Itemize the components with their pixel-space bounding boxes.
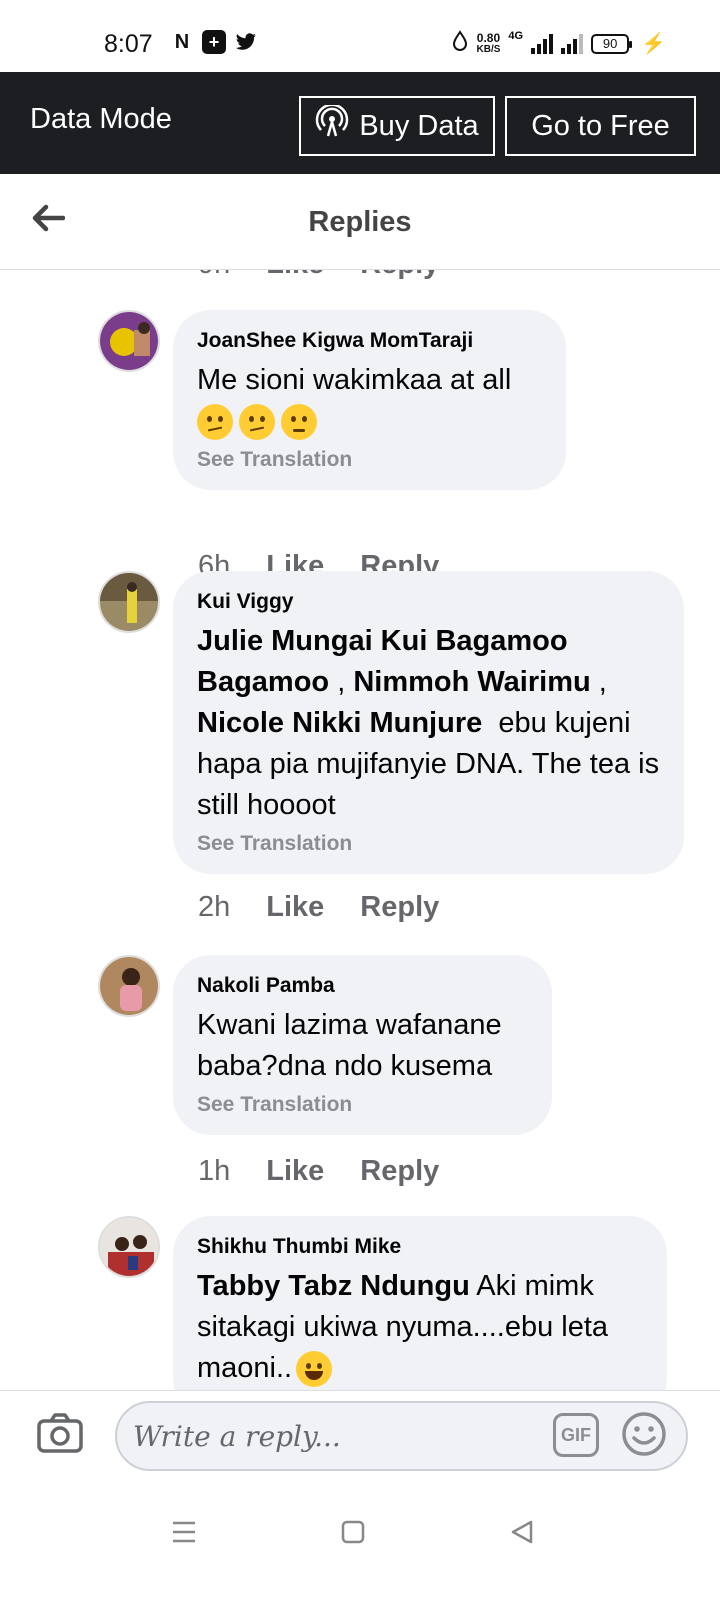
signal-strength-2-icon — [561, 33, 584, 54]
mention-link[interactable]: Tabby Tabz Ndungu — [197, 1270, 470, 1302]
comment-time: 1h — [198, 1155, 231, 1187]
notification-n-icon: N — [174, 30, 190, 53]
status-bar: 8:07 N + 0.80 KB/S 4G 90 ⚡ — [0, 0, 720, 72]
status-time: 8:07 — [104, 30, 153, 58]
like-button[interactable]: Like — [266, 891, 324, 924]
reply-button[interactable]: Reply — [360, 1155, 439, 1188]
camera-icon[interactable] — [36, 1411, 84, 1455]
comment-text-content: Me sioni wakimkaa at all — [197, 364, 512, 396]
notification-plus-icon: + — [202, 30, 226, 54]
comment-time: 9h — [198, 270, 230, 281]
mention-link[interactable]: Nicole Nikki Munjure — [197, 707, 482, 739]
broadcast-icon — [315, 103, 349, 147]
emoji-smile-icon[interactable] — [621, 1411, 667, 1457]
avatar[interactable] — [98, 1216, 160, 1278]
comment-text: Kwani lazima wafanane baba?dna ndo kusem… — [197, 1009, 502, 1082]
menu-nav-icon[interactable] — [164, 1512, 204, 1552]
buy-data-button[interactable]: Buy Data — [299, 96, 495, 156]
tears-of-joy-face-icon — [296, 1351, 333, 1388]
pensive-face-icon — [281, 404, 317, 441]
avatar[interactable] — [98, 571, 160, 633]
avatar[interactable] — [98, 310, 160, 372]
system-nav-bar — [0, 1490, 720, 1600]
confused-face-icon — [239, 404, 275, 441]
comment-bubble: JoanShee Kigwa MomTaraji Me sioni wakimk… — [173, 310, 566, 490]
see-translation-link[interactable]: See Translation — [197, 1093, 528, 1117]
battery-level: 90 — [602, 35, 618, 51]
replies-header: Replies — [0, 174, 720, 270]
data-saver-icon — [451, 30, 469, 57]
comment-author[interactable]: Kui Viggy — [197, 589, 660, 615]
comment-author[interactable]: Nakoli Pamba — [197, 973, 528, 999]
comment-text: Julie Mungai Kui Bagamoo Bagamoo , Nimmo… — [197, 621, 660, 826]
see-translation-link[interactable]: See Translation — [197, 832, 660, 856]
reply-input[interactable] — [115, 1401, 688, 1471]
back-nav-icon[interactable] — [502, 1512, 542, 1552]
see-translation-link[interactable]: See Translation — [197, 448, 542, 472]
like-button[interactable]: Like — [266, 270, 324, 281]
comment-actions: 1h Like Reply — [198, 1155, 439, 1188]
page-title: Replies — [308, 206, 412, 238]
signal-strength-icon — [531, 33, 554, 54]
go-to-free-button[interactable]: Go to Free — [505, 96, 696, 156]
replies-feed[interactable]: 9h Like Reply JoanShee Kigwa MomTaraji M… — [0, 270, 720, 1390]
mention-separator: , — [329, 666, 354, 698]
comment-time: 2h — [198, 891, 231, 923]
status-indicators: 0.80 KB/S 4G 90 ⚡ — [451, 30, 666, 57]
comment-bubble: Kui Viggy Julie Mungai Kui Bagamoo Bagam… — [173, 571, 684, 874]
buy-data-label: Buy Data — [359, 109, 479, 142]
network-speed-value: 0.80 — [476, 30, 501, 45]
comment-actions: 2h Like Reply — [198, 891, 439, 924]
status-app-icons: N + — [170, 30, 258, 54]
reply-button[interactable]: Reply — [360, 270, 439, 281]
comment-author[interactable]: JoanShee Kigwa MomTaraji — [197, 328, 542, 354]
data-mode-label: Data Mode — [30, 103, 172, 135]
comment-author[interactable]: Shikhu Thumbi Mike — [197, 1234, 643, 1260]
network-speed-unit: KB/S — [476, 43, 501, 55]
network-speed: 0.80 KB/S — [476, 30, 501, 55]
avatar[interactable] — [98, 955, 160, 1017]
home-nav-icon[interactable] — [333, 1512, 373, 1552]
reply-button[interactable]: Reply — [360, 891, 439, 924]
network-type-label: 4G — [508, 30, 524, 42]
confused-face-icon — [197, 404, 233, 441]
comment-bubble: Nakoli Pamba Kwani lazima wafanane baba?… — [173, 955, 552, 1135]
charging-bolt-icon: ⚡ — [641, 33, 666, 55]
comment-text: Tabby Tabz Ndungu Aki mimk sitakagi ukiw… — [197, 1266, 643, 1389]
like-button[interactable]: Like — [266, 1155, 324, 1188]
mention-link[interactable]: Nimmoh Wairimu — [353, 666, 590, 698]
data-mode-bar: Data Mode Buy Data Go to Free — [0, 72, 720, 174]
mention-separator: , — [590, 666, 607, 698]
comment-text: Me sioni wakimkaa at all — [197, 360, 542, 442]
reply-composer: GIF — [0, 1390, 720, 1490]
twitter-bird-icon — [234, 30, 258, 54]
battery-icon: 90 — [591, 33, 633, 54]
go-to-free-label: Go to Free — [531, 109, 670, 142]
gif-button[interactable]: GIF — [553, 1413, 599, 1457]
comment-bubble: Shikhu Thumbi Mike Tabby Tabz Ndungu Aki… — [173, 1216, 667, 1390]
previous-comment-actions: 9h Like Reply — [198, 270, 439, 281]
